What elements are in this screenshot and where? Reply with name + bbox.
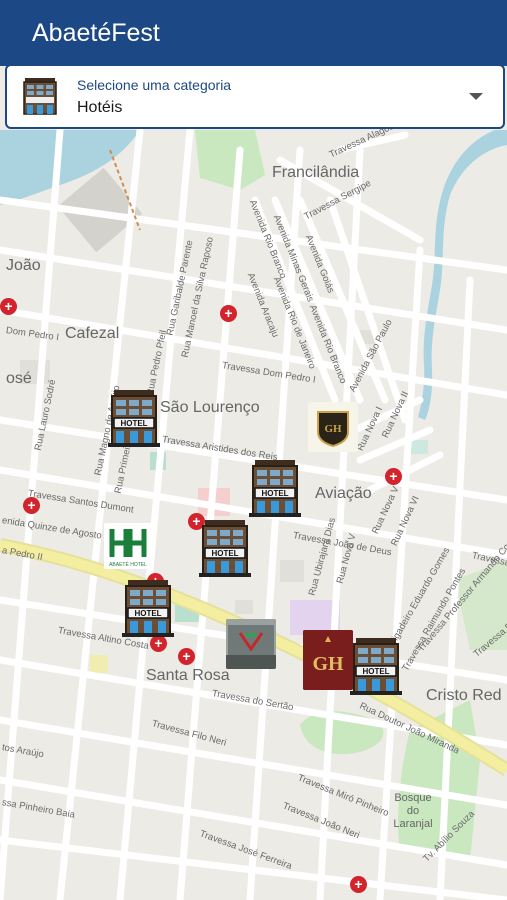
hospital-icon: + [350,876,367,893]
hotel-logo-pin-green[interactable]: ABAETÉ HOTEL [104,523,152,569]
svg-text:HOTEL: HOTEL [120,419,147,428]
svg-text:ABAETÉ HOTEL: ABAETÉ HOTEL [109,561,147,568]
hospital-icon: + [178,648,195,665]
hotel-building-icon: HOTEL [199,520,251,577]
hotel-building-icon [23,78,57,115]
svg-text:HOTEL: HOTEL [362,667,389,676]
abaete-hotel-logo-icon: ABAETÉ HOTEL [109,529,147,568]
place-label-sao-lourenco: São Lourenço [160,399,260,416]
place-label-se: osé [6,370,32,387]
svg-text:HOTEL: HOTEL [211,549,238,558]
hotel-logo-pin-gold[interactable]: GH [308,402,358,452]
hotel-map-pin[interactable]: HOTEL [108,388,160,448]
hospital-icon: + [23,497,40,514]
hotel-map-pin[interactable]: HOTEL [350,636,402,696]
hospital-icon: + [220,305,237,322]
hotel-building-icon: HOTEL [249,460,301,517]
crest-logo-icon: GH [317,411,349,448]
place-label-cafezal: Cafezal [65,325,120,342]
place-label-cristo-rei: Cristo Red [426,687,502,704]
hotel-building-icon: HOTEL [108,390,160,447]
hotel-map-pin[interactable]: HOTEL [249,458,301,518]
svg-text:HOTEL: HOTEL [261,489,288,498]
app-title: AbaetéFest [32,18,160,47]
place-label-santa-rosa: Santa Rosa [146,667,230,684]
hotel-photo-icon [226,619,276,669]
svg-text:GH: GH [324,423,342,435]
category-selected-value: Hotéis [77,99,123,116]
category-caption: Selecione uma categoria [77,77,232,93]
svg-text:HOTEL: HOTEL [134,609,161,618]
app-bar: AbaetéFest [0,0,507,66]
place-label-joao: João [6,257,41,274]
hotel-building-icon: HOTEL [350,638,402,695]
hotel-map-pin[interactable]: HOTEL [122,578,174,638]
hotel-map-pin[interactable]: HOTEL [199,518,251,578]
svg-text:GH: GH [312,653,344,675]
place-label-bosque: Bosque do Laranjal [393,792,433,830]
hotel-photo-pin[interactable] [226,619,276,669]
place-label-francilandia: Francilândia [272,164,360,181]
hospital-icon: + [0,298,17,315]
hotel-building-icon: HOTEL [122,580,174,637]
category-dropdown[interactable]: Selecione uma categoria Hotéis [5,64,505,129]
dropdown-arrow-icon[interactable] [469,93,483,100]
hospital-icon: + [385,468,402,485]
grand-hotel-logo-icon: GH [303,630,353,690]
hotel-logo-pin-grand[interactable]: GH [303,630,353,690]
place-label-aviacao: Aviação [315,485,372,502]
